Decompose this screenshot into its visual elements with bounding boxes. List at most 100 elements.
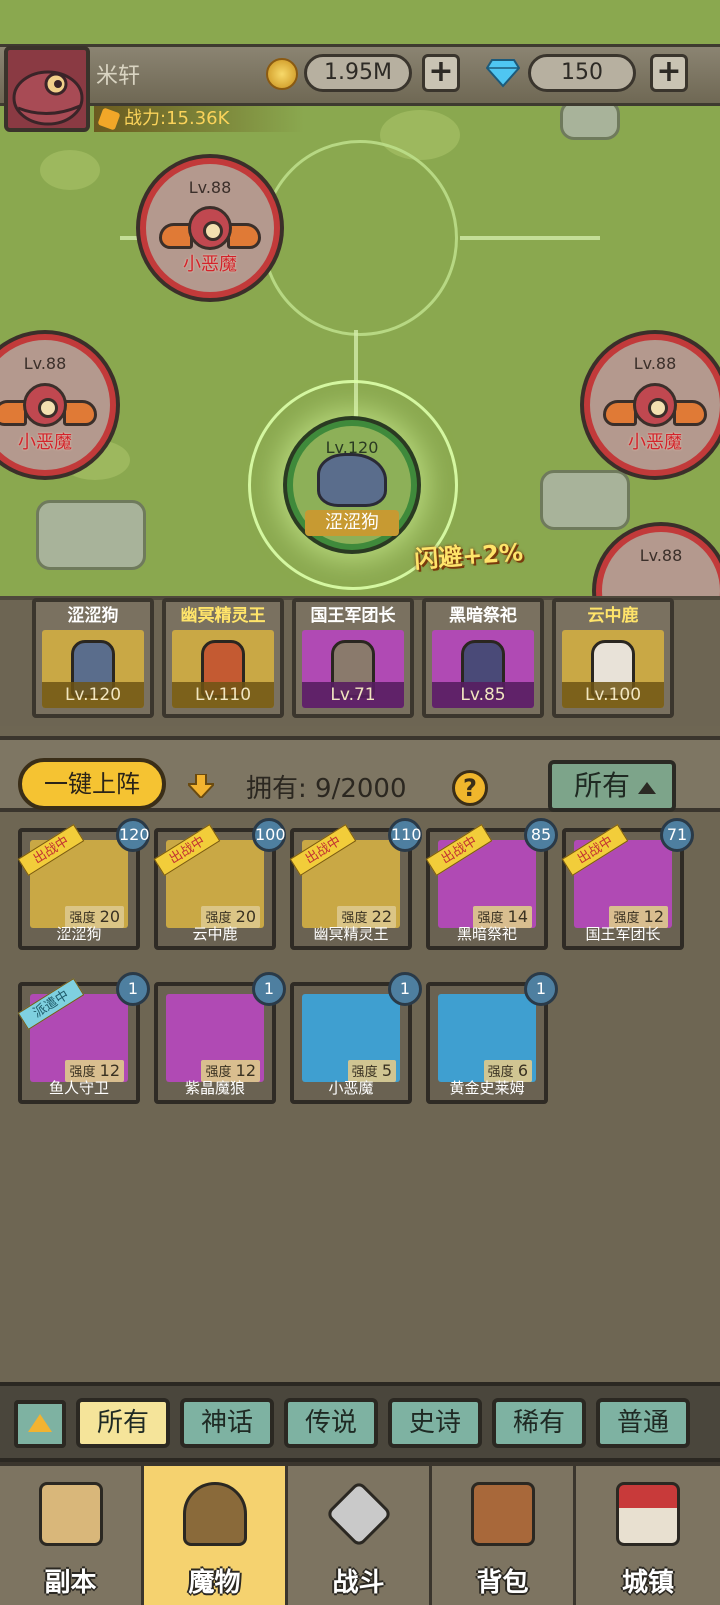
monster-card[interactable]: 强度 12 鱼人守卫 1 派遣中 <box>17 972 150 1104</box>
arrow-down-icon <box>188 774 214 798</box>
collapse-button[interactable] <box>14 1400 66 1448</box>
monster-card[interactable]: 强度 20 云中鹿 100 出战中 <box>153 818 286 950</box>
monster-name: 涩涩狗 <box>56 925 102 943</box>
map-scroll-icon <box>38 1482 103 1546</box>
lineup-slot[interactable]: 黑暗祭祀 Lv.85 <box>422 598 544 718</box>
filter-epic[interactable]: 史诗 <box>388 1398 482 1448</box>
monster-name: 紫晶魔狼 <box>184 1079 245 1097</box>
nav-label: 魔物 <box>188 1568 241 1598</box>
lineup-slot[interactable]: 云中鹿 Lv.100 <box>552 598 674 718</box>
backpack-icon <box>470 1482 535 1546</box>
filter-common[interactable]: 普通 <box>596 1398 690 1448</box>
map-rock <box>540 470 630 530</box>
nav-label: 战斗 <box>332 1568 385 1598</box>
node-name: 小恶魔 <box>183 254 237 275</box>
chevron-up-icon <box>638 782 656 794</box>
lineup-name: 幽冥精灵王 <box>180 606 266 626</box>
player-name: 米轩 <box>96 64 141 89</box>
monster-name: 国王军团长 <box>585 925 661 943</box>
monster-card[interactable]: 强度 5 小恶魔 1 <box>290 972 422 1104</box>
sort-filter-label: 所有 <box>574 769 631 802</box>
node-name: 小恶魔 <box>18 432 72 453</box>
help-icon[interactable]: ? <box>452 770 488 806</box>
lineup-level: Lv.110 <box>172 682 274 708</box>
nav-town[interactable]: 城镇 <box>576 1466 720 1605</box>
lineup-level: Lv.85 <box>432 682 534 708</box>
imp-icon <box>633 383 677 427</box>
enemy-node[interactable]: Lv.88 小恶魔 <box>140 158 280 298</box>
monster-name: 黑暗祭祀 <box>456 925 517 943</box>
gold-coin-icon <box>266 58 298 90</box>
monster-level-badge: 71 <box>660 818 694 852</box>
monster-level-badge: 1 <box>524 972 558 1006</box>
map-path <box>460 236 600 240</box>
imp-icon <box>23 383 67 427</box>
game-screen: Lv.88 小恶魔 Lv.88 小恶魔 Lv.88 小恶魔 Lv.88 Lv.1… <box>0 0 720 1605</box>
crossed-swords-icon <box>324 1480 393 1548</box>
monster-card[interactable]: 强度 6 黄金史莱姆 1 <box>426 972 558 1104</box>
gold-amount: 1.95M <box>304 54 412 92</box>
map-rock <box>36 500 146 570</box>
lineup-slot[interactable]: 国王军团长 Lv.71 <box>292 598 414 718</box>
monster-level-badge: 110 <box>388 818 422 852</box>
crossed-swords-emblem <box>262 140 458 336</box>
power-icon <box>97 107 121 131</box>
monster-card[interactable]: 强度 20 涩涩狗 120 出战中 <box>17 818 150 950</box>
filter-mythic[interactable]: 神话 <box>180 1398 274 1448</box>
add-gold-button[interactable]: + <box>422 54 460 92</box>
node-level: Lv.88 <box>23 354 67 373</box>
monster-card[interactable]: 强度 14 黑暗祭祀 85 出战中 <box>425 818 558 950</box>
nav-backpack[interactable]: 背包 <box>432 1466 576 1605</box>
monster-helmet-icon <box>182 1482 247 1546</box>
lineup-name: 国王军团长 <box>310 606 396 626</box>
lineup-level: Lv.120 <box>42 682 144 708</box>
gem-amount: 150 <box>528 54 636 92</box>
town-shop-icon <box>616 1482 680 1546</box>
monster-name: 小恶魔 <box>328 1079 374 1097</box>
enemy-node[interactable]: Lv.88 小恶魔 <box>584 334 720 476</box>
nav-monsters[interactable]: 魔物 <box>144 1466 288 1605</box>
node-name: 小恶魔 <box>628 432 682 453</box>
monster-card[interactable]: 强度 12 紫晶魔狼 1 <box>154 972 286 1104</box>
sort-filter-dropdown[interactable]: 所有 <box>548 760 676 812</box>
player-avatar[interactable] <box>4 46 90 132</box>
map-decor <box>40 150 100 190</box>
wolf-monster-icon <box>317 453 387 508</box>
diamond-icon <box>486 59 520 88</box>
imp-wing-icon <box>673 399 707 426</box>
filter-legendary[interactable]: 传说 <box>284 1398 378 1448</box>
imp-wing-icon <box>227 222 262 249</box>
monster-card[interactable]: 强度 12 国王军团长 71 出战中 <box>561 818 694 950</box>
monster-level-badge: 100 <box>252 818 286 852</box>
node-level: Lv.88 <box>633 354 677 373</box>
lineup-level: Lv.71 <box>302 682 404 708</box>
dragon-avatar-icon <box>12 70 84 126</box>
filter-all[interactable]: 所有 <box>76 1398 170 1448</box>
nav-dungeon[interactable]: 副本 <box>0 1466 144 1605</box>
monster-level-badge: 1 <box>252 972 286 1006</box>
lineup-name: 黑暗祭祀 <box>449 606 517 626</box>
imp-wing-icon <box>603 399 637 426</box>
monster-level-badge: 85 <box>524 818 558 852</box>
node-name: 涩涩狗 <box>305 510 399 536</box>
lineup-slot[interactable]: 涩涩狗 Lv.120 <box>32 598 154 718</box>
add-gems-button[interactable]: + <box>650 54 688 92</box>
nav-label: 副本 <box>44 1568 97 1598</box>
filter-rare[interactable]: 稀有 <box>492 1398 586 1448</box>
nav-label: 城镇 <box>621 1568 674 1598</box>
node-level: Lv.88 <box>639 546 683 565</box>
auto-deploy-button[interactable]: 一键上阵 <box>18 758 166 810</box>
imp-wing-icon <box>63 399 97 426</box>
nav-battle[interactable]: 战斗 <box>288 1466 432 1605</box>
monster-level-badge: 120 <box>116 818 150 852</box>
lineup-slot[interactable]: 幽冥精灵王 Lv.110 <box>162 598 284 718</box>
current-stage-node[interactable]: Lv.120 涩涩狗 <box>287 420 417 550</box>
map-rock <box>560 100 620 140</box>
monster-level-badge: 1 <box>388 972 422 1006</box>
monster-card[interactable]: 强度 22 幽冥精灵王 110 出战中 <box>289 818 422 950</box>
monster-level-badge: 1 <box>116 972 150 1006</box>
monster-name: 云中鹿 <box>192 925 238 943</box>
monster-name: 幽冥精灵王 <box>313 925 389 943</box>
node-level: Lv.88 <box>188 178 232 197</box>
lineup-name: 涩涩狗 <box>67 606 119 626</box>
